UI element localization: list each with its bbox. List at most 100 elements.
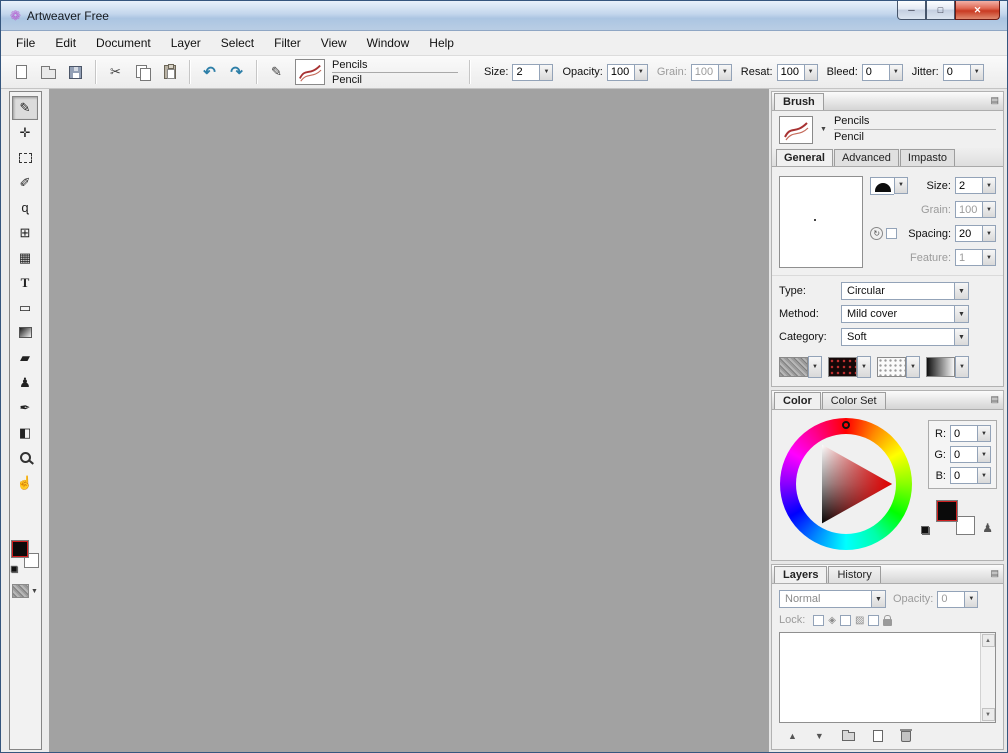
foreground-color-swatch[interactable] bbox=[937, 501, 957, 521]
copy-button[interactable] bbox=[130, 60, 155, 84]
tab-history[interactable]: History bbox=[828, 566, 880, 583]
pattern-selector[interactable]: ▼ bbox=[12, 584, 38, 598]
maximize-button[interactable]: □ bbox=[926, 1, 955, 20]
type-select[interactable]: Circular▼ bbox=[841, 282, 969, 300]
zoom-tool[interactable] bbox=[12, 445, 39, 470]
blend-mode-select[interactable]: Normal▼ bbox=[779, 590, 886, 608]
hand-tool[interactable]: ☝ bbox=[12, 470, 39, 495]
roller-tool[interactable]: ▦ bbox=[12, 245, 39, 270]
move-layer-up-button[interactable]: ▲ bbox=[788, 731, 797, 741]
cut-button[interactable]: ✂ bbox=[103, 60, 128, 84]
rect-select-tool[interactable] bbox=[12, 145, 39, 170]
paste-button[interactable] bbox=[157, 60, 182, 84]
chevron-down-icon[interactable]: ▼ bbox=[808, 356, 822, 378]
new-layer-button[interactable] bbox=[873, 730, 883, 742]
fill-tool[interactable]: ◧ bbox=[12, 420, 39, 445]
spacing-checkbox[interactable] bbox=[886, 228, 897, 239]
brush-selector[interactable]: Pencils Pencil bbox=[295, 59, 458, 86]
category-select[interactable]: Soft▼ bbox=[841, 328, 969, 346]
resat-input[interactable] bbox=[777, 64, 804, 81]
background-color-swatch[interactable] bbox=[956, 516, 975, 535]
clone-stamp-tool[interactable]: ♟ bbox=[12, 370, 39, 395]
panel-size-spinner-button[interactable]: ▼ bbox=[982, 177, 996, 194]
method-select[interactable]: Mild cover▼ bbox=[841, 305, 969, 323]
lasso-tool[interactable]: ɋ bbox=[12, 195, 39, 220]
default-colors-icon[interactable] bbox=[10, 566, 17, 573]
panel-size-input[interactable] bbox=[955, 177, 982, 194]
brush-tip-dropdown-button[interactable]: ▼ bbox=[894, 177, 908, 194]
delete-layer-button[interactable] bbox=[901, 731, 911, 742]
brush-tool[interactable]: ✐ bbox=[12, 170, 39, 195]
move-tool[interactable]: ✛ bbox=[12, 120, 39, 145]
menu-document[interactable]: Document bbox=[86, 32, 161, 54]
dab-selector[interactable]: ▼ bbox=[877, 356, 920, 378]
panel-menu-icon[interactable]: ▤ bbox=[990, 569, 999, 578]
layers-list[interactable]: ▲ ▼ bbox=[779, 632, 996, 723]
new-group-button[interactable] bbox=[842, 732, 855, 741]
color-wheel[interactable] bbox=[780, 418, 912, 550]
menu-filter[interactable]: Filter bbox=[264, 32, 311, 54]
blue-spinner-button[interactable]: ▼ bbox=[977, 467, 991, 484]
text-tool[interactable]: T bbox=[12, 270, 39, 295]
brush-panel-tab[interactable]: Brush bbox=[774, 93, 824, 110]
scroll-up-button[interactable]: ▲ bbox=[982, 634, 995, 647]
chevron-down-icon[interactable]: ▼ bbox=[954, 328, 969, 346]
crop-tool[interactable]: ⊞ bbox=[12, 220, 39, 245]
menu-file[interactable]: File bbox=[6, 32, 45, 54]
move-layer-down-button[interactable]: ▼ bbox=[815, 731, 824, 741]
paper-texture-selector[interactable]: ▼ bbox=[779, 356, 822, 378]
tab-color-set[interactable]: Color Set bbox=[822, 392, 886, 409]
menu-help[interactable]: Help bbox=[419, 32, 464, 54]
redo-button[interactable]: ↷ bbox=[224, 60, 249, 84]
chevron-down-icon[interactable]: ▼ bbox=[871, 590, 886, 608]
opacity-input[interactable] bbox=[607, 64, 634, 81]
chevron-down-icon[interactable]: ▼ bbox=[954, 282, 969, 300]
scroll-down-button[interactable]: ▼ bbox=[982, 708, 995, 721]
brush-tip-selector[interactable]: ▼ bbox=[870, 177, 908, 195]
panel-menu-icon[interactable]: ▤ bbox=[990, 96, 999, 105]
eraser-tool[interactable]: ▰ bbox=[12, 345, 39, 370]
undo-button[interactable]: ↶ bbox=[197, 60, 222, 84]
close-button[interactable]: ✕ bbox=[955, 1, 1000, 20]
size-spinner-button[interactable]: ▼ bbox=[539, 64, 553, 81]
save-button[interactable] bbox=[63, 60, 88, 84]
palette-color-swatches[interactable] bbox=[12, 541, 39, 568]
spacing-spinner-button[interactable]: ▼ bbox=[982, 225, 996, 242]
panel-menu-icon[interactable]: ▤ bbox=[990, 395, 999, 404]
tab-layers[interactable]: Layers bbox=[774, 566, 827, 583]
blue-input[interactable] bbox=[950, 467, 977, 484]
size-input[interactable] bbox=[512, 64, 539, 81]
opacity-spinner-button[interactable]: ▼ bbox=[634, 64, 648, 81]
tab-advanced[interactable]: Advanced bbox=[834, 149, 899, 166]
gradient-selector[interactable]: ▼ bbox=[926, 356, 969, 378]
shape-tool[interactable]: ▭ bbox=[12, 295, 39, 320]
jitter-input[interactable] bbox=[943, 64, 970, 81]
tab-impasto[interactable]: Impasto bbox=[900, 149, 955, 166]
bleed-input[interactable] bbox=[862, 64, 889, 81]
jitter-spinner-button[interactable]: ▼ bbox=[970, 64, 984, 81]
chevron-down-icon[interactable]: ▼ bbox=[820, 126, 827, 133]
open-button[interactable] bbox=[36, 60, 61, 84]
foreground-background-swatches[interactable] bbox=[937, 501, 975, 535]
new-document-button[interactable] bbox=[9, 60, 34, 84]
minimize-button[interactable]: ─ bbox=[897, 1, 926, 20]
pattern-selector[interactable]: ▼ bbox=[828, 356, 871, 378]
chevron-down-icon[interactable]: ▼ bbox=[906, 356, 920, 378]
pencil-tool[interactable]: ✎ bbox=[12, 96, 38, 120]
foreground-color-swatch[interactable] bbox=[12, 541, 28, 557]
tab-color[interactable]: Color bbox=[774, 392, 821, 409]
green-input[interactable] bbox=[950, 446, 977, 463]
menu-edit[interactable]: Edit bbox=[45, 32, 86, 54]
menu-layer[interactable]: Layer bbox=[161, 32, 211, 54]
resat-spinner-button[interactable]: ▼ bbox=[804, 64, 818, 81]
tab-general[interactable]: General bbox=[776, 149, 833, 166]
lock-transparency-checkbox[interactable] bbox=[813, 615, 824, 626]
menu-view[interactable]: View bbox=[311, 32, 357, 54]
chevron-down-icon[interactable]: ▼ bbox=[954, 305, 969, 323]
lock-pixels-checkbox[interactable] bbox=[840, 615, 851, 626]
chevron-down-icon[interactable]: ▼ bbox=[857, 356, 871, 378]
brush-preview-thumbnail[interactable] bbox=[779, 116, 813, 144]
lock-all-checkbox[interactable] bbox=[868, 615, 879, 626]
green-spinner-button[interactable]: ▼ bbox=[977, 446, 991, 463]
pen-tool[interactable]: ✒ bbox=[12, 395, 39, 420]
